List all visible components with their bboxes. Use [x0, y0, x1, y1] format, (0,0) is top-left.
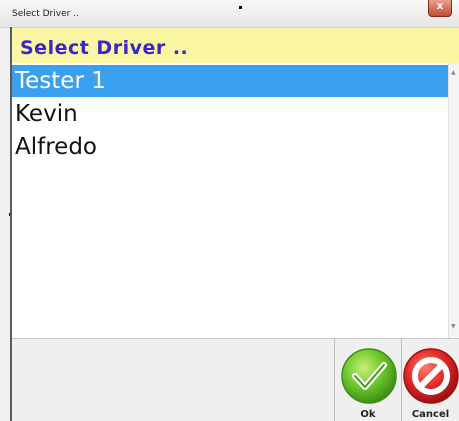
cancel-button[interactable]: Cancel	[402, 340, 459, 421]
check-icon	[339, 346, 399, 406]
dialog-heading: Select Driver ..	[20, 37, 189, 59]
close-button[interactable]: x	[428, 0, 452, 17]
close-icon: x	[436, 1, 444, 12]
resize-handle	[239, 6, 242, 9]
cancel-icon	[402, 346, 459, 406]
list-item[interactable]: Kevin	[12, 98, 448, 130]
driver-list[interactable]: Tester 1 Kevin Alfredo	[12, 63, 448, 338]
window-title: Select Driver ..	[12, 9, 79, 19]
list-item[interactable]: Alfredo	[12, 131, 448, 163]
cancel-label: Cancel	[411, 409, 450, 420]
scroll-down-arrow-icon[interactable]: ▼	[451, 323, 456, 330]
ok-label: Ok	[360, 409, 376, 420]
button-bar: Ok Cancel	[12, 338, 459, 421]
vertical-scrollbar[interactable]: ▲ ▼	[448, 63, 459, 338]
list-item-selected[interactable]: Tester 1	[12, 65, 448, 97]
scroll-up-arrow-icon[interactable]: ▲	[451, 69, 456, 76]
ok-button[interactable]: Ok	[335, 340, 401, 421]
dialog-header: Select Driver ..	[12, 28, 459, 64]
select-driver-dialog: Select Driver .. x Select Driver .. Test…	[0, 0, 459, 421]
title-bar: Select Driver .. x	[0, 0, 459, 28]
